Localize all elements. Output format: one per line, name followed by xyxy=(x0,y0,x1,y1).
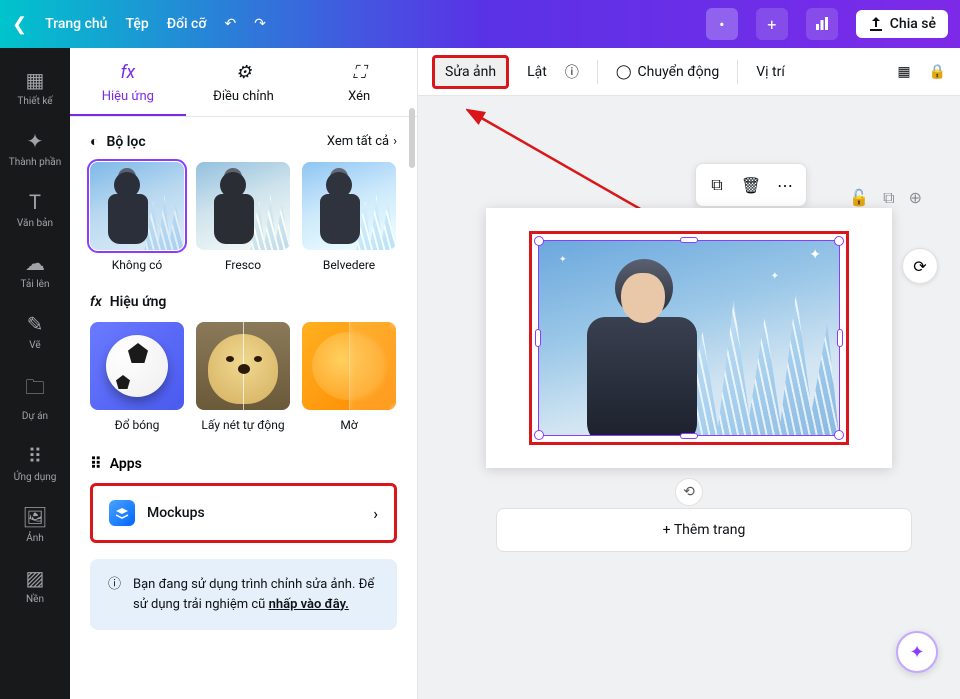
tab-effects[interactable]: fxHiệu ứng xyxy=(70,48,186,116)
apps-mockups[interactable]: Mockups › xyxy=(90,483,397,543)
effect-shadow[interactable]: Đổ bóng xyxy=(90,322,184,432)
chevron-right-icon: › xyxy=(393,134,397,149)
scrollbar[interactable] xyxy=(409,108,415,168)
tab-adjust[interactable]: ⚙Điều chỉnh xyxy=(186,48,302,116)
resize-handle[interactable] xyxy=(837,329,843,347)
sync-button[interactable]: ⟳ xyxy=(902,248,938,284)
filter-icon: ◐ xyxy=(90,133,98,150)
ctx-lock-icon[interactable]: 🔒 xyxy=(929,64,946,80)
info-banner: ⓘ Bạn đang sử dụng trình chỉnh sửa ảnh. … xyxy=(90,559,397,630)
ctx-edit-image[interactable]: Sửa ảnh xyxy=(432,55,509,89)
rail-elements[interactable]: ✦Thành phần xyxy=(0,119,70,178)
context-toolbar: Sửa ảnh Lật ⓘ ◯Chuyển động Vị trí ▦ 🔒 xyxy=(418,48,960,96)
resize-handle[interactable] xyxy=(534,236,544,246)
page-tools: 🔓 ⧉ ⊕ xyxy=(849,188,922,208)
filters-title: ◐Bộ lọc xyxy=(90,133,146,150)
apps-title: ⠿Apps xyxy=(90,454,397,473)
sync-icon: ⟳ xyxy=(913,257,926,276)
analytics-icon[interactable] xyxy=(806,8,838,40)
mockups-label: Mockups xyxy=(147,505,361,521)
rail-photo[interactable]: 🖼Ảnh xyxy=(0,495,70,554)
ctx-transparency-icon[interactable]: ▦ xyxy=(897,64,910,80)
ctx-info-icon[interactable]: ⓘ xyxy=(565,62,579,82)
share-icon xyxy=(868,16,884,32)
info-link[interactable]: nhấp vào đây. xyxy=(269,597,349,612)
animate-icon: ◯ xyxy=(616,64,632,80)
resize-handle[interactable] xyxy=(534,430,544,440)
ctx-position[interactable]: Vị trí xyxy=(756,64,785,80)
presence-dot-icon[interactable]: • xyxy=(706,8,738,40)
page-lock-icon[interactable]: 🔓 xyxy=(849,188,869,208)
tab-crop[interactable]: ⛶Xén xyxy=(301,48,417,116)
top-bar: ❮ Trang chủ Tệp Đổi cỡ ↶ ↷ • + Chia sẻ xyxy=(0,0,960,48)
rail-projects[interactable]: 🗀Dự án xyxy=(0,363,70,432)
filter-belvedere[interactable]: Belvedere xyxy=(302,162,396,272)
rail-background[interactable]: ▨Nền xyxy=(0,556,70,615)
redo-icon[interactable]: ↷ xyxy=(254,16,266,32)
rail-apps[interactable]: ⠿Ứng dụng xyxy=(0,434,70,493)
ctx-flip[interactable]: Lật xyxy=(527,64,547,80)
filter-none[interactable]: Không có xyxy=(90,162,184,272)
photo-content: ✦ ✦ ✦ xyxy=(539,241,839,435)
effect-blur[interactable]: Mờ xyxy=(302,322,396,432)
resize-handle[interactable] xyxy=(834,236,844,246)
effects-icon: fx xyxy=(120,62,135,83)
effect-autofocus[interactable]: Lấy nét tự động xyxy=(196,322,290,432)
floating-toolbar: ⧉ 🗑 ⋯ xyxy=(695,163,807,207)
nav-home[interactable]: Trang chủ xyxy=(45,16,107,32)
effects-title: fxHiệu ứng xyxy=(90,294,397,310)
page-add-icon[interactable]: ⊕ xyxy=(909,188,922,208)
nav-resize[interactable]: Đổi cỡ xyxy=(167,16,207,32)
rail-draw[interactable]: ✎Vẽ xyxy=(0,302,70,361)
fx-icon: fx xyxy=(90,294,102,310)
ctx-animate[interactable]: ◯Chuyển động xyxy=(616,64,719,80)
side-panel: fxHiệu ứng ⚙Điều chỉnh ⛶Xén ◐Bộ lọc Xem … xyxy=(70,48,418,699)
add-page-button[interactable]: + Thêm trang xyxy=(496,508,912,552)
plus-icon[interactable]: + xyxy=(756,8,788,40)
resize-handle[interactable] xyxy=(680,237,698,243)
share-label: Chia sẻ xyxy=(890,16,936,32)
resize-handle[interactable] xyxy=(834,430,844,440)
back-chevron-icon[interactable]: ❮ xyxy=(12,14,27,35)
adjust-icon: ⚙ xyxy=(235,62,251,83)
chevron-right-icon: › xyxy=(373,504,378,523)
mockups-icon xyxy=(109,500,135,526)
rail-text[interactable]: TVăn bản xyxy=(0,180,70,239)
page-duplicate-icon[interactable]: ⧉ xyxy=(883,188,894,208)
resize-handle[interactable] xyxy=(535,329,541,347)
filter-fresco[interactable]: Fresco xyxy=(196,162,290,272)
filters-see-all[interactable]: Xem tất cả› xyxy=(327,134,397,149)
selected-image[interactable]: ✦ ✦ ✦ xyxy=(529,231,849,445)
nav-file[interactable]: Tệp xyxy=(125,16,148,32)
page-refresh-icon[interactable]: ⟲ xyxy=(675,478,703,506)
duplicate-icon[interactable]: ⧉ xyxy=(702,170,732,200)
canvas-area: Sửa ảnh Lật ⓘ ◯Chuyển động Vị trí ▦ 🔒 ⧉ … xyxy=(418,48,960,699)
delete-icon[interactable]: 🗑 xyxy=(736,170,766,200)
rail-upload[interactable]: ☁Tải lên xyxy=(0,241,70,300)
apps-grid-icon: ⠿ xyxy=(90,454,102,473)
crop-icon: ⛶ xyxy=(353,62,366,83)
canvas-page[interactable]: ✦ ✦ ✦ xyxy=(486,208,892,468)
ai-assist-button[interactable]: ✦ xyxy=(896,631,938,673)
side-rail: ▦Thiết kế ✦Thành phần TVăn bản ☁Tải lên … xyxy=(0,48,70,699)
more-icon[interactable]: ⋯ xyxy=(770,170,800,200)
panel-tabs: fxHiệu ứng ⚙Điều chỉnh ⛶Xén xyxy=(70,48,417,117)
resize-handle[interactable] xyxy=(680,433,698,439)
undo-icon[interactable]: ↶ xyxy=(224,16,236,32)
share-button[interactable]: Chia sẻ xyxy=(856,10,948,38)
rail-design[interactable]: ▦Thiết kế xyxy=(0,58,70,117)
info-icon: ⓘ xyxy=(108,575,121,614)
